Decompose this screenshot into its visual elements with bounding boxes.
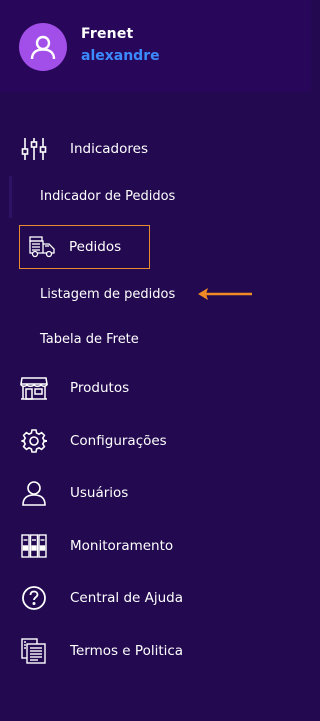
nav-item-usuarios[interactable]: Usuários bbox=[20, 472, 150, 514]
sub-item-tabela-de-frete[interactable]: Tabela de Frete bbox=[40, 332, 139, 347]
nav-label: Central de Ajuda bbox=[70, 590, 183, 606]
brand-name: Frenet bbox=[81, 26, 134, 42]
nav-item-produtos[interactable]: Produtos bbox=[20, 367, 150, 409]
nav-label: Pedidos bbox=[69, 239, 122, 255]
sliders-icon bbox=[20, 135, 48, 163]
nav-label: Produtos bbox=[70, 380, 130, 396]
binders-icon bbox=[20, 532, 48, 560]
nav-item-central-de-ajuda[interactable]: Central de Ajuda bbox=[20, 577, 183, 619]
sub-item-listagem-de-pedidos[interactable]: Listagem de pedidos bbox=[40, 287, 175, 302]
nav-label: Usuários bbox=[70, 485, 129, 501]
nav-label: Monitoramento bbox=[70, 538, 174, 554]
nav-item-termos-e-politica[interactable]: Termos e Politica bbox=[20, 630, 183, 672]
nav-label: Termos e Politica bbox=[70, 643, 184, 659]
help-circle-icon bbox=[20, 584, 48, 612]
nav-label: Configurações bbox=[70, 433, 167, 449]
store-icon bbox=[20, 374, 48, 402]
user-icon bbox=[20, 479, 48, 507]
submenu-indicator-line bbox=[9, 176, 12, 218]
delivery-truck-icon bbox=[29, 233, 57, 261]
pointer-arrow-icon bbox=[198, 288, 252, 300]
sub-item-indicador-de-pedidos[interactable]: Indicador de Pedidos bbox=[40, 189, 175, 204]
nav-item-configuracoes[interactable]: Configurações bbox=[20, 420, 167, 462]
documents-icon bbox=[20, 637, 48, 665]
user-avatar-icon bbox=[30, 35, 56, 60]
gear-icon bbox=[20, 427, 48, 455]
avatar[interactable] bbox=[19, 23, 67, 71]
nav-item-pedidos[interactable]: Pedidos bbox=[19, 225, 150, 269]
nav-item-indicadores[interactable]: Indicadores bbox=[20, 128, 150, 170]
nav-label: Indicadores bbox=[70, 141, 148, 157]
nav-item-monitoramento[interactable]: Monitoramento bbox=[20, 525, 173, 567]
sidebar-header: Frenet alexandre bbox=[0, 0, 311, 92]
username[interactable]: alexandre bbox=[81, 48, 160, 64]
